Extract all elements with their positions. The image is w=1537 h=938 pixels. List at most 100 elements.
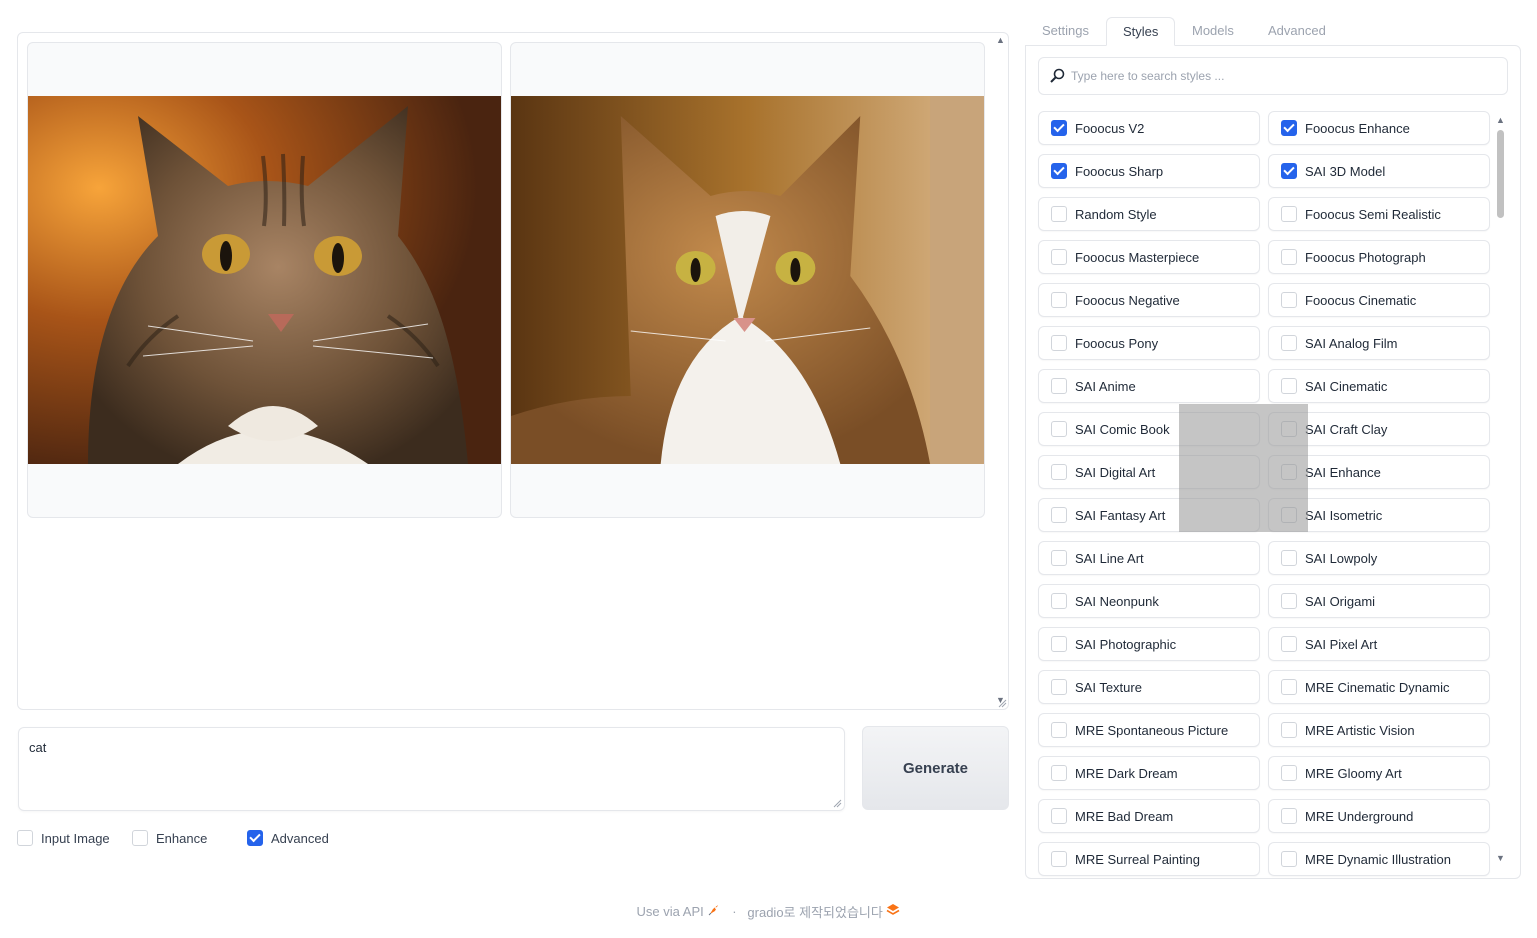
style-checkbox[interactable]: [1051, 507, 1067, 523]
prompt-text: cat: [29, 740, 47, 755]
style-checkbox[interactable]: [1281, 335, 1297, 351]
style-option[interactable]: Fooocus Sharp: [1038, 154, 1260, 188]
style-checkbox[interactable]: [1051, 851, 1067, 867]
scroll-down-icon[interactable]: ▼: [1496, 853, 1505, 863]
resize-grip-icon[interactable]: [832, 798, 842, 808]
style-label: SAI Analog Film: [1305, 335, 1398, 351]
style-checkbox[interactable]: [1051, 206, 1067, 222]
resize-grip-icon[interactable]: [997, 698, 1007, 708]
style-checkbox[interactable]: [1051, 808, 1067, 824]
style-checkbox[interactable]: [1051, 765, 1067, 781]
style-checkbox[interactable]: [1051, 550, 1067, 566]
style-checkbox[interactable]: [1051, 722, 1067, 738]
style-option[interactable]: Fooocus Cinematic: [1268, 283, 1490, 317]
use-via-api-link[interactable]: Use via API: [637, 904, 704, 919]
style-checkbox[interactable]: [1281, 593, 1297, 609]
enhance-checkbox[interactable]: Enhance: [132, 830, 207, 846]
style-option[interactable]: MRE Bad Dream: [1038, 799, 1260, 833]
style-label: SAI Fantasy Art: [1075, 507, 1166, 523]
style-option[interactable]: MRE Cinematic Dynamic: [1268, 670, 1490, 704]
tab-styles[interactable]: Styles: [1106, 17, 1176, 46]
style-option[interactable]: MRE Dynamic Illustration: [1268, 842, 1490, 876]
prompt-input[interactable]: cat: [18, 727, 845, 811]
style-option[interactable]: MRE Dark Dream: [1038, 756, 1260, 790]
style-option[interactable]: Fooocus Masterpiece: [1038, 240, 1260, 274]
search-icon: [1049, 68, 1065, 84]
style-checkbox[interactable]: [1051, 378, 1067, 394]
style-checkbox[interactable]: [1281, 120, 1297, 136]
tab-settings[interactable]: Settings: [1026, 17, 1105, 46]
style-option[interactable]: SAI Anime: [1038, 369, 1260, 403]
gallery-image-2[interactable]: [510, 42, 985, 518]
checkbox-box[interactable]: [247, 830, 263, 846]
style-checkbox[interactable]: [1281, 163, 1297, 179]
style-checkbox[interactable]: [1051, 163, 1067, 179]
tab-models[interactable]: Models: [1176, 17, 1250, 46]
style-checkbox[interactable]: [1281, 851, 1297, 867]
style-label: SAI Digital Art: [1075, 464, 1156, 480]
scroll-up-icon[interactable]: ▲: [1496, 115, 1505, 125]
style-checkbox[interactable]: [1281, 765, 1297, 781]
drag-selection-overlay: [1179, 404, 1308, 532]
style-checkbox[interactable]: [1051, 593, 1067, 609]
checkbox-box[interactable]: [132, 830, 148, 846]
style-option[interactable]: SAI Lowpoly: [1268, 541, 1490, 575]
style-option[interactable]: SAI Neonpunk: [1038, 584, 1260, 618]
style-checkbox[interactable]: [1281, 249, 1297, 265]
style-checkbox[interactable]: [1281, 292, 1297, 308]
generate-button[interactable]: Generate: [862, 726, 1009, 810]
style-checkbox[interactable]: [1281, 206, 1297, 222]
style-checkbox[interactable]: [1281, 808, 1297, 824]
style-checkbox[interactable]: [1281, 550, 1297, 566]
style-checkbox[interactable]: [1051, 292, 1067, 308]
style-option[interactable]: MRE Artistic Vision: [1268, 713, 1490, 747]
style-option[interactable]: Fooocus Pony: [1038, 326, 1260, 360]
style-option[interactable]: MRE Gloomy Art: [1268, 756, 1490, 790]
style-option[interactable]: Fooocus Enhance: [1268, 111, 1490, 145]
style-option[interactable]: Fooocus Semi Realistic: [1268, 197, 1490, 231]
checkbox-box[interactable]: [17, 830, 33, 846]
footer: Use via API · gradio로 제작되었습니다: [0, 902, 1537, 921]
style-checkbox[interactable]: [1051, 335, 1067, 351]
style-label: Fooocus Cinematic: [1305, 292, 1417, 308]
styles-scrollbar-thumb[interactable]: [1497, 130, 1504, 218]
style-option[interactable]: Fooocus Negative: [1038, 283, 1260, 317]
style-option[interactable]: SAI Pixel Art: [1268, 627, 1490, 661]
style-option[interactable]: SAI Origami: [1268, 584, 1490, 618]
style-checkbox[interactable]: [1051, 120, 1067, 136]
style-option[interactable]: Random Style: [1038, 197, 1260, 231]
style-option[interactable]: SAI Photographic: [1038, 627, 1260, 661]
style-label: SAI Cinematic: [1305, 378, 1388, 394]
style-option[interactable]: SAI Cinematic: [1268, 369, 1490, 403]
style-option[interactable]: MRE Underground: [1268, 799, 1490, 833]
style-option[interactable]: MRE Spontaneous Picture: [1038, 713, 1260, 747]
style-checkbox[interactable]: [1051, 679, 1067, 695]
style-checkbox[interactable]: [1051, 636, 1067, 652]
style-checkbox[interactable]: [1281, 378, 1297, 394]
style-checkbox[interactable]: [1281, 722, 1297, 738]
style-option[interactable]: SAI Texture: [1038, 670, 1260, 704]
style-option[interactable]: Fooocus V2: [1038, 111, 1260, 145]
style-option[interactable]: SAI 3D Model: [1268, 154, 1490, 188]
style-checkbox[interactable]: [1051, 421, 1067, 437]
built-with-gradio-link[interactable]: gradio로 제작되었습니다: [747, 905, 882, 920]
style-option[interactable]: SAI Analog Film: [1268, 326, 1490, 360]
style-checkbox[interactable]: [1051, 464, 1067, 480]
style-option[interactable]: MRE Surreal Painting: [1038, 842, 1260, 876]
style-checkbox[interactable]: [1051, 249, 1067, 265]
scroll-up-icon[interactable]: ▲: [996, 35, 1005, 45]
input-image-checkbox[interactable]: Input Image: [17, 830, 110, 846]
style-search-input[interactable]: Type here to search styles ...: [1038, 57, 1508, 95]
styles-scrollbar[interactable]: [1495, 128, 1505, 850]
tab-advanced[interactable]: Advanced: [1252, 17, 1342, 46]
style-option[interactable]: Fooocus Photograph: [1268, 240, 1490, 274]
style-checkbox[interactable]: [1281, 679, 1297, 695]
style-label: SAI Craft Clay: [1305, 421, 1388, 437]
style-checkbox[interactable]: [1281, 636, 1297, 652]
style-label: Fooocus Enhance: [1305, 120, 1410, 136]
style-label: SAI Lowpoly: [1305, 550, 1378, 566]
tabby-cat-image: [28, 96, 501, 464]
gallery-image-1[interactable]: [27, 42, 502, 518]
advanced-checkbox[interactable]: Advanced: [247, 830, 329, 846]
style-option[interactable]: SAI Line Art: [1038, 541, 1260, 575]
